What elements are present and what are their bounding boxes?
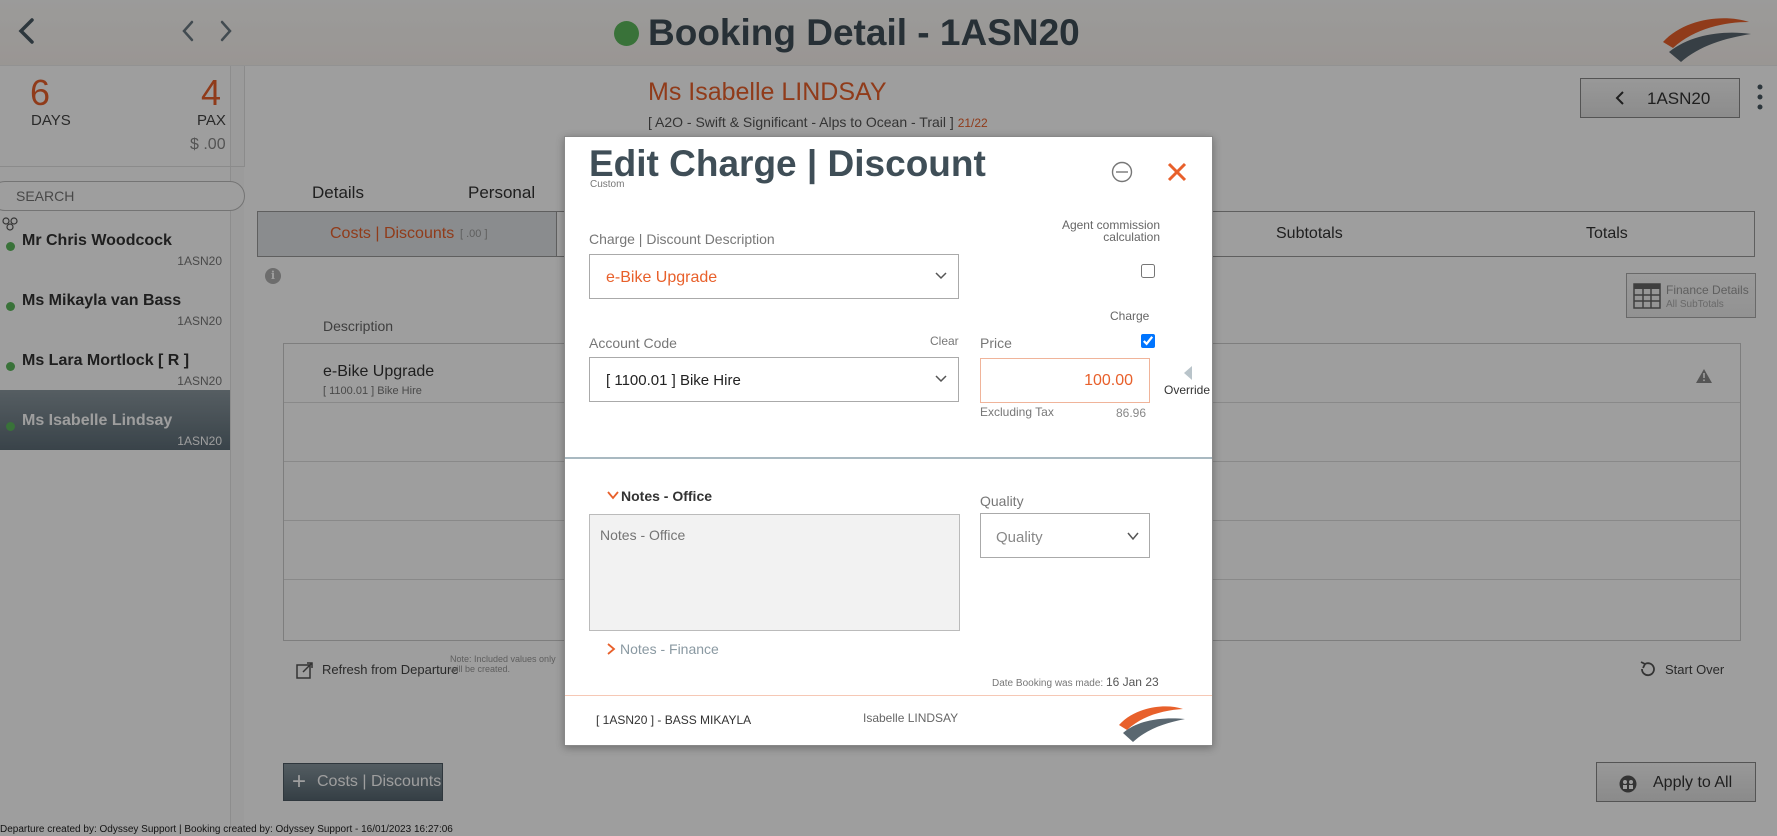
excluding-tax-label: Excluding Tax	[980, 405, 1054, 419]
caret-left-icon[interactable]	[1183, 365, 1193, 381]
clear-link[interactable]: Clear	[930, 334, 959, 348]
account-code-select[interactable]: [ 1100.01 ] Bike Hire	[589, 357, 959, 402]
override-link[interactable]: Override	[1164, 383, 1210, 397]
section-divider	[565, 457, 1212, 459]
chevron-right-icon[interactable]	[607, 643, 616, 655]
quality-select[interactable]: Quality	[980, 513, 1150, 558]
date-made-label: Date Booking was made:	[992, 678, 1104, 689]
modal-subtitle: Custom	[590, 179, 625, 190]
notes-office-toggle[interactable]: Notes - Office	[621, 488, 712, 504]
chevron-down-icon	[1127, 532, 1139, 541]
description-select[interactable]: e-Bike Upgrade	[589, 254, 959, 299]
description-label: Charge | Discount Description	[589, 231, 775, 247]
chevron-down-icon	[935, 272, 947, 280]
price-label: Price	[980, 335, 1012, 351]
chevron-down-icon	[935, 375, 947, 383]
account-code-label: Account Code	[589, 335, 677, 351]
quality-label: Quality	[980, 493, 1024, 509]
brand-logo-icon	[1119, 706, 1185, 742]
notes-finance-toggle[interactable]: Notes - Finance	[620, 641, 719, 657]
chevron-down-icon[interactable]	[607, 491, 619, 500]
minimize-icon[interactable]	[1111, 161, 1133, 183]
date-booking-made: Date Booking was made: 16 Jan 23	[992, 675, 1159, 689]
price-input[interactable]: 100.00	[980, 358, 1150, 403]
date-made-value: 16 Jan 23	[1105, 675, 1159, 689]
excluding-tax-value: 86.96	[1116, 406, 1147, 420]
modal-title: Edit Charge | Discount	[589, 143, 986, 184]
close-icon[interactable]	[1164, 159, 1190, 185]
description-value: e-Bike Upgrade	[606, 269, 718, 286]
edit-charge-modal: Edit Charge | Discount Custom Charge | D…	[564, 136, 1213, 746]
price-value: 100.00	[1084, 372, 1133, 389]
modal-footer-booking: [ 1ASN20 ] - BASS MIKAYLA	[596, 713, 752, 727]
charge-label: Charge	[1110, 309, 1150, 323]
modal-footer-divider	[565, 695, 1212, 696]
agent-commission-label: Agent commission calculation	[1061, 218, 1160, 244]
account-code-value: [ 1100.01 ] Bike Hire	[606, 372, 741, 389]
notes-office-textarea[interactable]	[589, 514, 960, 631]
charge-checkbox[interactable]	[1141, 334, 1155, 348]
agent-commission-checkbox[interactable]	[1141, 264, 1155, 278]
modal-footer-guest: Isabelle LINDSAY	[863, 711, 959, 725]
quality-value: Quality	[996, 529, 1043, 546]
